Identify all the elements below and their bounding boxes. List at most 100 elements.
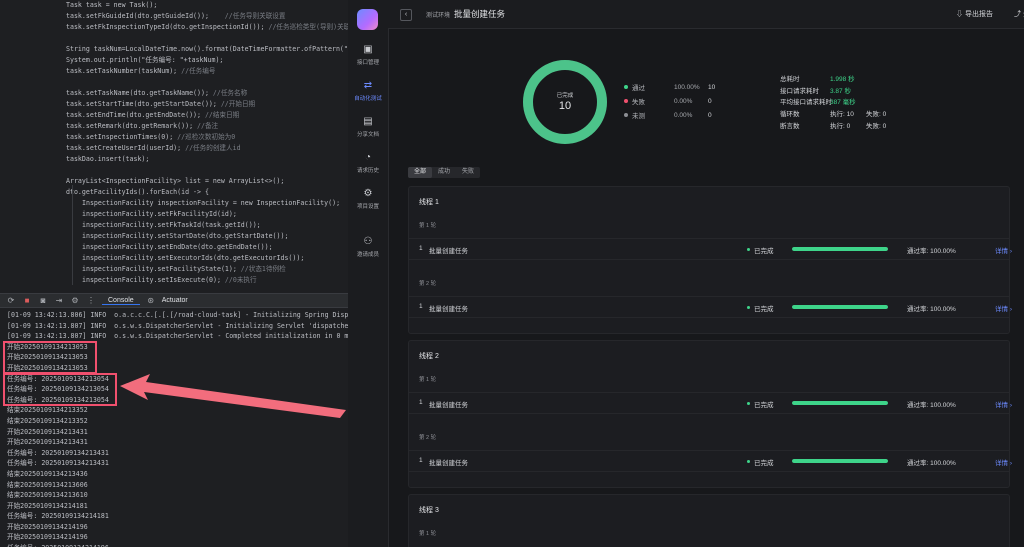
code-line: task.setRemark(dto.getRemark()); //备注 (66, 122, 219, 130)
console-line: 任务编号: 20250109134213431 (7, 448, 109, 457)
app-logo[interactable] (357, 9, 378, 30)
tab-console[interactable]: Console (102, 297, 140, 305)
chevron-right-icon: › (1009, 460, 1012, 467)
progress-fill (792, 401, 888, 405)
code-line: InspectionFacility inspectionFacility = … (82, 199, 341, 207)
chevron-right-icon: › (1009, 402, 1012, 409)
code-line: inspectionFacility.setStartDate(dto.getS… (82, 232, 289, 240)
code-line: task.setFkGuideId(dto.getGuideId()); //任… (66, 12, 286, 20)
pass-rate: 通过率: 100.00% (907, 306, 956, 313)
sidebar-item-label: 自动化测试 (354, 96, 382, 102)
progress-bar (792, 459, 888, 463)
annotation-arrow (120, 374, 346, 418)
sidebar: ▣ 接口管理 ⇄ 自动化测试 ▤ 分享文档 ◔ 请求历史 ⚙ 项目设置 ⚇ 邀请成员 (348, 0, 389, 547)
round-label: 第 1 轮 (419, 223, 437, 229)
camera-icon[interactable]: ◙ (38, 296, 48, 305)
doc-icon: ▤ (363, 116, 373, 127)
stat-row: 接口请求耗时 3.87 秒 (780, 85, 851, 95)
code-line: task.setTaskNumber(taskNum); //任务编号 (66, 67, 216, 75)
filter-all[interactable]: 全部 (408, 167, 433, 178)
pass-rate: 通过率: 100.00% (907, 402, 956, 409)
sidebar-item-0[interactable]: ▣ 接口管理 (348, 44, 388, 66)
export-icon: ⇩ (956, 11, 965, 18)
legend-dot (624, 85, 628, 89)
stat-value: 执行: 0 (830, 123, 851, 130)
legend-name: 通过 (632, 85, 645, 92)
box-icon: ▣ (363, 44, 373, 55)
detail-link[interactable]: 详情 › (995, 399, 1012, 409)
tab-actuator[interactable]: Actuator (162, 297, 194, 304)
stat-row: 总耗时 1.998 秒 (780, 73, 855, 83)
console-line: 结束20250109134213606 (7, 480, 88, 489)
detail-link[interactable]: 详情 › (995, 303, 1012, 313)
stop-icon[interactable]: ■ (22, 296, 32, 305)
actuator-icon: ⊛ (147, 296, 155, 305)
sidebar-item-1[interactable]: ⇄ 自动化测试 (348, 80, 388, 102)
code-line: task.setCreateUserId(userId); //任务的创建人id (66, 144, 241, 152)
task-name: 批量创建任务 (429, 248, 468, 255)
status-dot (747, 306, 750, 309)
sidebar-item-label: 项目设置 (356, 204, 379, 210)
thread-card: 线程 3 第 1 轮 (408, 494, 1010, 547)
code-line: inspectionFacility.setEndDate(dto.getEnd… (82, 243, 273, 251)
settings-icon[interactable]: ⚙ (70, 296, 80, 305)
sidebar-item-2[interactable]: ▤ 分享文档 (348, 116, 388, 138)
code-line: task.setEndTime(dto.getEndDate()); //结束日… (66, 111, 240, 119)
sidebar-item-4[interactable]: ⚙ 项目设置 (348, 188, 388, 210)
legend-count: 0 (708, 97, 712, 105)
detail-link[interactable]: 详情 › (995, 245, 1012, 255)
console-line: [01-09 13:42:13.806] INFO o.a.c.c.C.[.[.… (7, 311, 348, 319)
stat-value: 1.998 秒 (830, 76, 855, 83)
thread-card: 线程 2第 1 轮 1 批量创建任务 已完成 通过率: 100.00% 详情 › 第 2 轮… (408, 340, 1012, 488)
task-index: 1 (419, 457, 423, 464)
donut-label: 已完成 (556, 93, 574, 99)
sidebar-item-3[interactable]: ◔ 请求历史 (348, 152, 388, 174)
code-line: task.setStartTime(dto.getStartDate()); /… (66, 100, 256, 108)
stat-label: 平均接口请求耗时 (780, 99, 832, 106)
table-row: 1 批量创建任务 已完成 通过率: 100.00% 详情 › (409, 296, 1012, 318)
legend-row: 未测 0.00% 0 (624, 110, 712, 120)
page-title: 批量创建任务 (454, 9, 506, 19)
share-button[interactable]: ⤴ 分享 (1014, 9, 1024, 19)
detail-link[interactable]: 详情 › (995, 457, 1012, 467)
chevron-right-icon: › (1009, 248, 1012, 255)
rerun-icon[interactable]: ⟳ (6, 296, 16, 305)
export-report-button[interactable]: ⇩ 导出报告 (956, 9, 993, 19)
exit-icon[interactable]: ⇥ (54, 296, 64, 305)
more-icon[interactable]: ⋮ (86, 296, 96, 305)
console-line: 开始20250109134214181 (7, 501, 88, 510)
ide-window: Task task = new Task(); task.setFkGuideId… (0, 0, 348, 547)
result-filter: 全部 成功 失败 (408, 167, 481, 178)
code-line: task.setInspectionTimes(0); //巡检次数初始为0 (66, 133, 236, 141)
indent-guide (72, 185, 73, 285)
progress-bar (792, 305, 888, 309)
code-line: inspectionFacility.setExecutorIds(dto.ge… (82, 254, 305, 262)
report-content: 已完成 10 通过 100.00% 10 失败 0.00% 0 未测 0.00% 0 总耗时 1.… (388, 29, 1024, 547)
highlight-box-start (3, 341, 97, 374)
code-line: dto.getFacilityIds().forEach(id -> { (66, 188, 209, 196)
back-button[interactable]: ‹ (400, 9, 412, 21)
filter-failed[interactable]: 失败 (456, 167, 480, 178)
task-index: 1 (419, 399, 423, 406)
legend-dot (624, 99, 628, 103)
progress-fill (792, 459, 888, 463)
clock-icon: ◔ (364, 152, 372, 163)
stat-label: 接口请求耗时 (780, 88, 819, 95)
code-line: inspectionFacility.setIsExecute(0); //0未… (82, 276, 257, 284)
sidebar-item-5[interactable]: ⚇ 邀请成员 (348, 236, 388, 258)
thread-title: 线程 2 (419, 353, 439, 360)
table-row: 1 批量创建任务 已完成 通过率: 100.00% 详情 › (409, 392, 1012, 414)
user-icon: ⚇ (363, 236, 373, 247)
pass-rate: 通过率: 100.00% (907, 248, 956, 255)
stat-label: 断言数 (780, 123, 800, 130)
flow-icon: ⇄ (363, 80, 373, 91)
round-label: 第 1 轮 (419, 531, 437, 537)
header: ‹ 测试环境 批量创建任务 ⇩ 导出报告 ⤴ 分享 (388, 0, 1024, 29)
legend-dot (624, 113, 628, 117)
code-line: inspectionFacility.setFkFacilityId(id); (82, 210, 237, 218)
code-editor[interactable]: Task task = new Task(); task.setFkGuideId… (0, 0, 348, 286)
legend-name: 未测 (632, 113, 645, 120)
filter-success[interactable]: 成功 (432, 167, 456, 178)
